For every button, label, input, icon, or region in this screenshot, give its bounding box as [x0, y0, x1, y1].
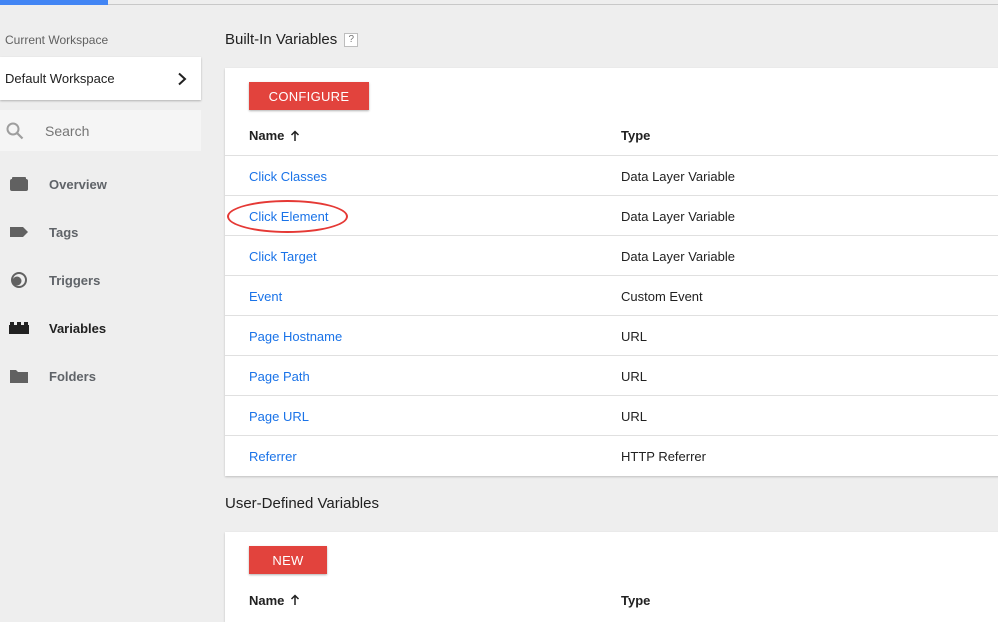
name-column-label: Name	[249, 128, 285, 143]
search-input[interactable]: Search	[0, 110, 201, 151]
chevron-right-icon	[177, 72, 187, 86]
folder-icon	[0, 368, 29, 384]
user-defined-table-header: Name Type	[225, 580, 998, 620]
sidebar-item-label: Variables	[49, 320, 107, 336]
variable-name-link[interactable]: Click Target	[249, 249, 317, 264]
tag-icon	[0, 224, 29, 240]
name-column-header[interactable]: Name	[249, 593, 300, 608]
builtin-variables-card: CONFIGURE Name Type Click Classes Data L…	[225, 68, 998, 476]
sidebar-item-triggers[interactable]: Triggers	[0, 256, 201, 304]
variable-type: Data Layer Variable	[621, 249, 735, 264]
table-row: Event Custom Event	[225, 276, 998, 316]
variable-type: Data Layer Variable	[621, 209, 735, 224]
name-column-label: Name	[249, 592, 285, 608]
table-row: Click Target Data Layer Variable	[225, 236, 998, 276]
new-variable-button[interactable]: NEW	[249, 546, 327, 574]
variable-name-link[interactable]: Click Element	[249, 209, 328, 224]
variable-type: URL	[621, 369, 648, 384]
name-column-header[interactable]: Name	[249, 128, 300, 143]
variable-type: Data Layer Variable	[621, 169, 735, 184]
sort-arrow-up-icon	[284, 129, 300, 142]
table-row: Page Path URL	[225, 356, 998, 396]
workspace-selector[interactable]: Default Workspace	[0, 57, 201, 100]
builtin-table-header: Name Type	[225, 116, 998, 156]
table-row: Page Hostname URL	[225, 316, 998, 356]
user-defined-title: User-Defined Variables	[225, 495, 379, 512]
sort-arrow-up-icon	[284, 594, 300, 606]
sidebar-nav: Overview Tags Triggers Variables Folders	[0, 160, 201, 400]
variable-type: Custom Event	[621, 289, 703, 304]
help-icon[interactable]: ?	[344, 32, 359, 47]
sidebar-item-variables[interactable]: Variables	[0, 304, 201, 352]
configure-button[interactable]: CONFIGURE	[249, 82, 369, 110]
table-row: Click Element Data Layer Variable	[225, 196, 998, 236]
sidebar-item-folders[interactable]: Folders	[0, 352, 201, 400]
workspace-name: Default Workspace	[5, 71, 115, 86]
table-row: Page URL URL	[225, 396, 998, 436]
sidebar-item-overview[interactable]: Overview	[0, 160, 201, 208]
sidebar-item-label: Folders	[49, 368, 96, 384]
variable-name-link[interactable]: Page Path	[249, 369, 310, 384]
variable-name-link[interactable]: Referrer	[249, 449, 297, 464]
variable-name-link[interactable]: Click Classes	[249, 169, 327, 184]
type-column-header: Type	[621, 592, 651, 608]
table-row: Referrer HTTP Referrer	[225, 436, 998, 476]
variable-type: URL	[621, 409, 648, 424]
type-column-header: Type	[621, 128, 651, 143]
sidebar: Current Workspace Default Workspace Sear…	[0, 5, 201, 613]
variable-name-link[interactable]: Page URL	[249, 409, 309, 424]
sidebar-item-label: Tags	[49, 224, 79, 240]
overview-icon	[0, 176, 29, 192]
search-icon	[0, 122, 24, 140]
user-defined-variables-card: NEW Name Type	[225, 532, 998, 622]
builtin-title: Built-In Variables	[225, 31, 338, 48]
sidebar-item-label: Triggers	[49, 272, 101, 288]
trigger-icon	[0, 272, 29, 288]
sidebar-item-label: Overview	[49, 176, 107, 192]
builtin-section-header: Built-In Variables ?	[225, 31, 359, 48]
user-defined-section-header: User-Defined Variables	[225, 495, 379, 512]
variable-name-link[interactable]: Event	[249, 289, 282, 304]
workspace-label: Current Workspace	[5, 33, 109, 47]
search-placeholder: Search	[45, 122, 90, 139]
variable-type: HTTP Referrer	[621, 449, 706, 464]
variables-icon	[0, 320, 29, 336]
variable-type: URL	[621, 329, 648, 344]
variable-name-link[interactable]: Page Hostname	[249, 329, 342, 344]
table-row: Click Classes Data Layer Variable	[225, 156, 998, 196]
sidebar-item-tags[interactable]: Tags	[0, 208, 201, 256]
